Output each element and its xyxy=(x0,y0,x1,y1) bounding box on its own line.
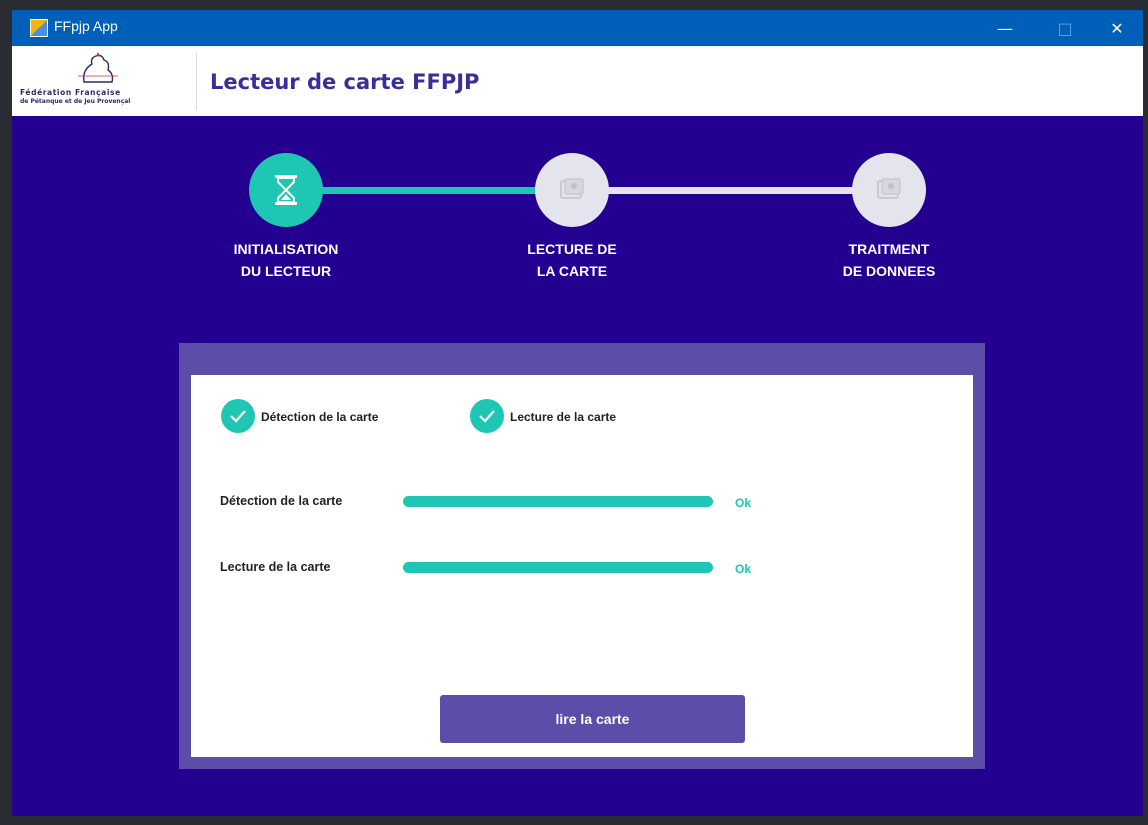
progress-detection-label: Détection de la carte xyxy=(220,494,343,508)
check-reading-icon xyxy=(470,399,504,433)
progress-detection-fill xyxy=(403,496,713,507)
progress-reading-label: Lecture de la carte xyxy=(220,560,331,574)
step-3-circle xyxy=(852,153,926,227)
progress-reading-bar xyxy=(403,562,713,573)
progress-detection-status: Ok xyxy=(735,496,752,510)
card-icon xyxy=(877,178,901,199)
card-icon xyxy=(560,178,584,199)
logo-text-line1: Fédération Française xyxy=(20,88,121,97)
ffpjp-logo: Fédération Française de Pétanque et de J… xyxy=(18,52,178,110)
step-2-label: LECTURE DE LA CARTE xyxy=(527,241,617,279)
app-window: FFpjp App — □ ✕ Fédération Française de … xyxy=(12,10,1143,816)
window-title: FFpjp App xyxy=(54,18,118,34)
stepper-connector-2 xyxy=(604,187,874,194)
content-card: Détection de la carte Lecture de la cart… xyxy=(191,375,973,757)
check-detection-label: Détection de la carte xyxy=(261,410,379,424)
progress-detection-bar xyxy=(403,496,713,507)
page-title: Lecteur de carte FFPJP xyxy=(210,70,480,94)
check-detection-icon xyxy=(221,399,255,433)
rooster-logo-icon xyxy=(78,52,118,83)
close-button[interactable]: ✕ xyxy=(1094,10,1140,46)
step-1-label: INITIALISATION DU LECTEUR xyxy=(233,241,339,279)
minimize-button[interactable]: — xyxy=(982,10,1028,46)
stepper-connector-1 xyxy=(302,187,560,194)
logo-text-line2: de Pétanque et de Jeu Provençal xyxy=(20,98,131,105)
hourglass-icon xyxy=(275,175,297,205)
title-bar[interactable]: FFpjp App — □ ✕ xyxy=(12,10,1143,46)
progress-reading-status: Ok xyxy=(735,562,752,576)
progress-reading-fill xyxy=(403,562,713,573)
maximize-button[interactable]: □ xyxy=(1042,10,1088,46)
app-header: Fédération Française de Pétanque et de J… xyxy=(12,46,1143,116)
step-2-circle xyxy=(535,153,609,227)
content-panel: Détection de la carte Lecture de la cart… xyxy=(179,343,985,769)
step-3-label: TRAITMENT DE DONNEES xyxy=(842,241,936,279)
read-card-button[interactable]: lire la carte xyxy=(440,695,745,743)
step-1-circle xyxy=(249,153,323,227)
header-divider xyxy=(196,52,197,110)
check-reading-label: Lecture de la carte xyxy=(510,410,617,424)
app-icon xyxy=(30,19,48,37)
